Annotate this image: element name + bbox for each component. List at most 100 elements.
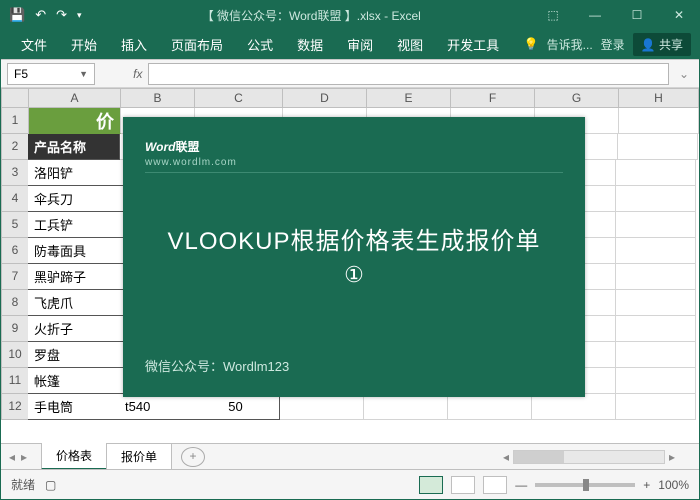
- redo-icon[interactable]: ↷: [56, 7, 67, 23]
- cell[interactable]: [616, 342, 696, 368]
- sheet-tab[interactable]: 报价单: [106, 444, 172, 470]
- cell[interactable]: [448, 394, 532, 420]
- row-header[interactable]: 6: [1, 238, 29, 264]
- cell[interactable]: [619, 108, 699, 134]
- cell[interactable]: [616, 264, 696, 290]
- view-normal-icon[interactable]: [419, 476, 443, 494]
- col-header[interactable]: E: [367, 88, 451, 108]
- cell[interactable]: [616, 368, 696, 394]
- name-box[interactable]: F5 ▼: [7, 63, 95, 85]
- cell[interactable]: 手电筒: [28, 394, 120, 420]
- cell[interactable]: [616, 290, 696, 316]
- share-button[interactable]: 👤 共享: [633, 33, 691, 56]
- tab-view[interactable]: 视图: [385, 29, 435, 59]
- zoom-out-icon[interactable]: ―: [515, 478, 527, 492]
- col-header-name[interactable]: 产品名称: [28, 134, 120, 160]
- cell[interactable]: [280, 394, 364, 420]
- next-sheet-icon[interactable]: ▸: [21, 450, 27, 464]
- tell-me[interactable]: 告诉我...: [547, 36, 593, 53]
- add-sheet-button[interactable]: +: [181, 447, 205, 467]
- row-header[interactable]: 10: [1, 342, 29, 368]
- view-page-icon[interactable]: [451, 476, 475, 494]
- titlebar: 💾 ↶ ↷ ▾ 【 微信公众号：Word联盟 】.xlsx - Excel ⬚ …: [1, 1, 699, 29]
- close-icon[interactable]: ✕: [659, 1, 699, 29]
- window-title: 【 微信公众号：Word联盟 】.xlsx - Excel: [90, 7, 533, 24]
- qat-dropdown-icon[interactable]: ▾: [77, 10, 82, 21]
- select-all-corner[interactable]: [1, 88, 29, 108]
- login-button[interactable]: 登录: [601, 36, 625, 53]
- tab-dev[interactable]: 开发工具: [435, 29, 511, 59]
- tab-review[interactable]: 审阅: [335, 29, 385, 59]
- tab-layout[interactable]: 页面布局: [159, 29, 235, 59]
- cell[interactable]: [616, 316, 696, 342]
- ribbon-options-icon[interactable]: ⬚: [533, 1, 573, 29]
- cell[interactable]: 防毒面具: [28, 238, 120, 264]
- cell[interactable]: 火折子: [28, 316, 120, 342]
- row-header[interactable]: 4: [1, 186, 29, 212]
- cell[interactable]: [616, 394, 696, 420]
- sheet-tab-bar: ◂ ▸ 价格表 报价单 + ◂ ▸: [1, 443, 699, 469]
- col-header[interactable]: B: [121, 88, 195, 108]
- cell[interactable]: 帐篷: [28, 368, 120, 394]
- row-header[interactable]: 7: [1, 264, 29, 290]
- formula-input[interactable]: [148, 63, 668, 85]
- maximize-icon[interactable]: ☐: [617, 1, 657, 29]
- cell[interactable]: 伞兵刀: [28, 186, 120, 212]
- cell[interactable]: [616, 186, 696, 212]
- scroll-left-icon[interactable]: ◂: [499, 450, 513, 464]
- cell-reference: F5: [14, 67, 28, 81]
- row-header[interactable]: 5: [1, 212, 29, 238]
- row-header[interactable]: 1: [1, 108, 29, 134]
- sheet-tab-active[interactable]: 价格表: [41, 443, 107, 470]
- col-header[interactable]: F: [451, 88, 535, 108]
- person-icon: 👤: [641, 38, 656, 52]
- cell[interactable]: 工兵铲: [28, 212, 120, 238]
- row-header[interactable]: 12: [1, 394, 29, 420]
- zoom-slider[interactable]: [535, 483, 635, 487]
- cell[interactable]: [616, 212, 696, 238]
- cell[interactable]: [616, 238, 696, 264]
- scroll-right-icon[interactable]: ▸: [665, 450, 679, 464]
- zoom-in-icon[interactable]: +: [643, 478, 650, 492]
- tab-insert[interactable]: 插入: [109, 29, 159, 59]
- col-header[interactable]: H: [619, 88, 699, 108]
- col-header[interactable]: C: [195, 88, 283, 108]
- col-header[interactable]: A: [29, 88, 121, 108]
- table-title[interactable]: 价: [29, 108, 121, 134]
- cell[interactable]: 50: [192, 394, 280, 420]
- row-header[interactable]: 9: [1, 316, 29, 342]
- cell[interactable]: [532, 394, 616, 420]
- cell[interactable]: [364, 394, 448, 420]
- overlay-footer: 微信公众号：Wordlm123: [145, 356, 289, 375]
- tab-file[interactable]: 文件: [9, 29, 59, 59]
- tab-formula[interactable]: 公式: [235, 29, 285, 59]
- cell[interactable]: [618, 134, 698, 160]
- fx-icon[interactable]: fx: [133, 67, 142, 81]
- view-break-icon[interactable]: [483, 476, 507, 494]
- col-header[interactable]: D: [283, 88, 367, 108]
- row-header[interactable]: 2: [1, 134, 29, 160]
- row-header[interactable]: 8: [1, 290, 29, 316]
- overlay-logo: Word联盟: [145, 131, 563, 157]
- prev-sheet-icon[interactable]: ◂: [9, 450, 15, 464]
- minimize-icon[interactable]: ―: [575, 1, 615, 29]
- save-icon[interactable]: 💾: [9, 7, 25, 23]
- record-macro-icon[interactable]: ▢: [45, 478, 56, 492]
- row-header[interactable]: 3: [1, 160, 29, 186]
- row-header[interactable]: 11: [1, 368, 29, 394]
- expand-bar-icon[interactable]: ⌄: [675, 67, 693, 81]
- cell[interactable]: [616, 160, 696, 186]
- cell[interactable]: 罗盘: [28, 342, 120, 368]
- scroll-thumb[interactable]: [514, 451, 564, 463]
- undo-icon[interactable]: ↶: [35, 7, 46, 23]
- chevron-down-icon[interactable]: ▼: [79, 69, 88, 79]
- col-header[interactable]: G: [535, 88, 619, 108]
- cell[interactable]: t540: [119, 394, 193, 420]
- cell[interactable]: 洛阳铲: [28, 160, 120, 186]
- h-scrollbar[interactable]: ◂ ▸: [499, 449, 699, 465]
- tab-home[interactable]: 开始: [59, 29, 109, 59]
- cell[interactable]: 飞虎爪: [28, 290, 120, 316]
- cell[interactable]: 黑驴蹄子: [28, 264, 120, 290]
- zoom-level[interactable]: 100%: [658, 478, 689, 492]
- tab-data[interactable]: 数据: [285, 29, 335, 59]
